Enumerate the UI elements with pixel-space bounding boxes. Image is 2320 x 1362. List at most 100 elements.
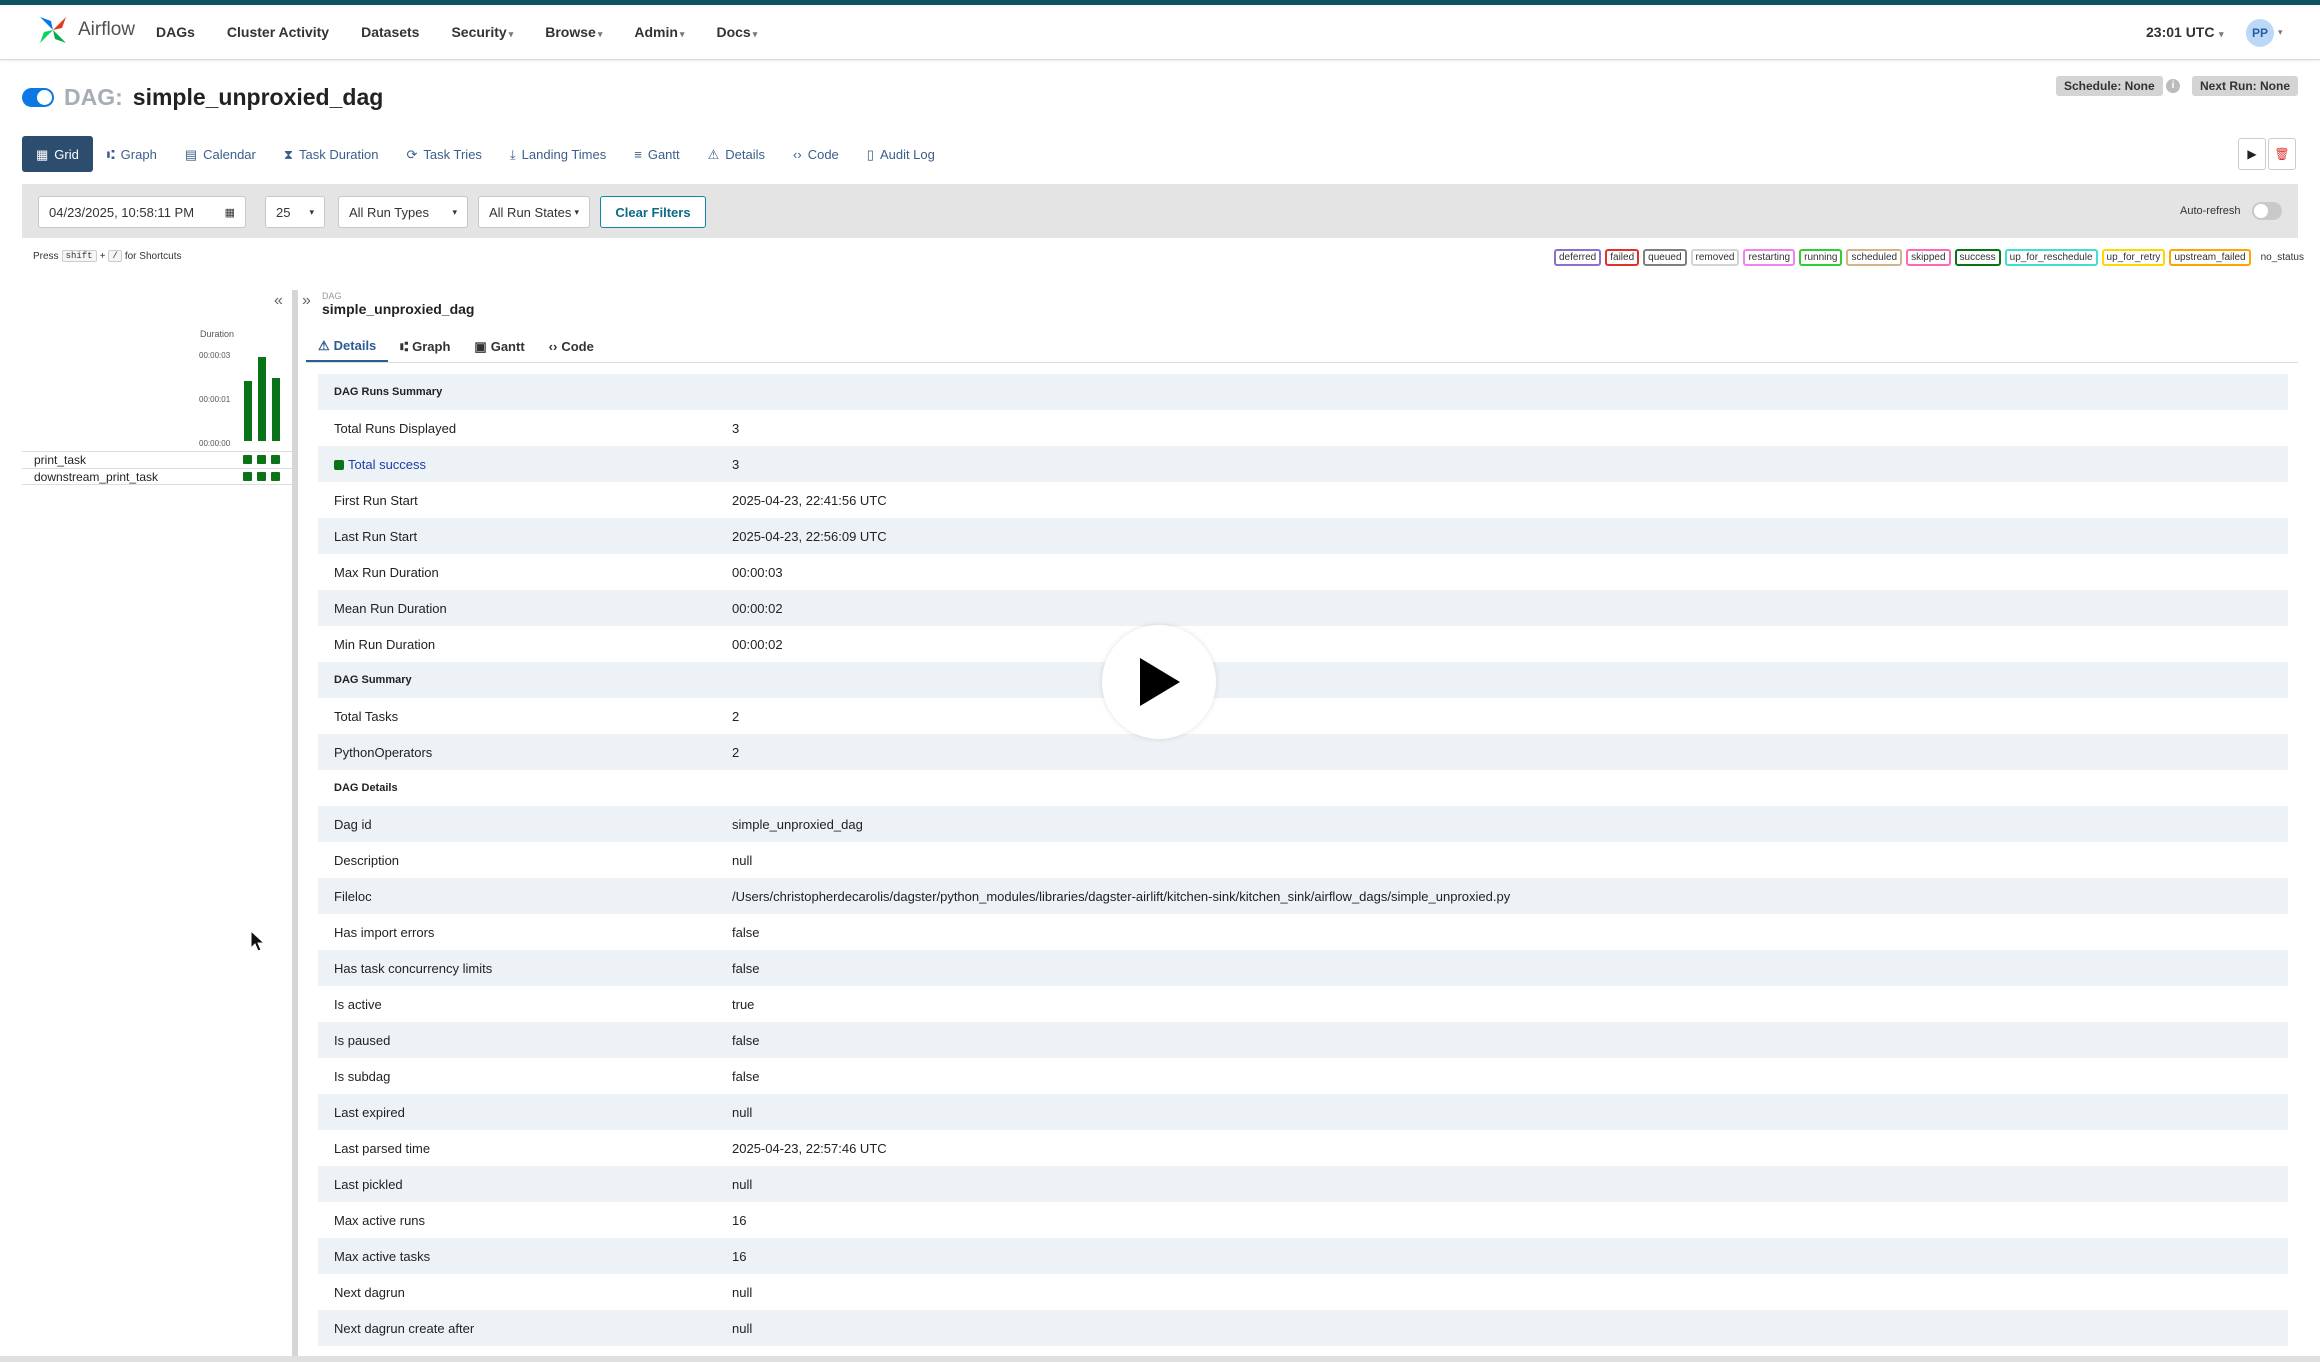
detail-value: 00:00:02 xyxy=(732,600,783,616)
tab-code[interactable]: ‹› Code xyxy=(779,136,853,172)
tab-grid[interactable]: ▦ Grid xyxy=(22,136,93,172)
retry-icon: ⟳ xyxy=(406,146,418,162)
detail-value: false xyxy=(732,1032,760,1048)
airflow-logo[interactable]: Airflow xyxy=(36,13,135,47)
video-play-button[interactable] xyxy=(1102,625,1216,739)
bottom-scroll-area xyxy=(0,1356,2320,1362)
details-icon: ⚠ xyxy=(707,146,720,162)
status-badge-removed[interactable]: removed xyxy=(1690,249,1740,266)
subtab-details[interactable]: ⚠ Details xyxy=(306,331,389,362)
collapse-grid-icon[interactable]: « xyxy=(274,292,283,310)
detail-key: Max Run Duration xyxy=(334,564,439,580)
status-badge-up-for-reschedule[interactable]: up_for_reschedule xyxy=(2004,249,2098,266)
calendar-icon: ▦ xyxy=(224,206,235,219)
tab-task-duration[interactable]: ⧗ Task Duration xyxy=(270,136,393,172)
status-badge-up-for-retry[interactable]: up_for_retry xyxy=(2101,249,2166,266)
run-state-select[interactable]: All Run States ▾ xyxy=(478,196,590,228)
tab-landing-times[interactable]: ⤓ Landing Times xyxy=(496,136,620,172)
nav-docs[interactable]: Docs ▾ xyxy=(716,24,757,40)
run-type-value: All Run Types xyxy=(349,204,429,220)
subtab-code[interactable]: ‹› Code xyxy=(537,331,606,362)
calendar-icon: ▤ xyxy=(184,146,198,162)
clear-filters-button[interactable]: Clear Filters xyxy=(600,196,706,228)
tab-gantt[interactable]: ≡ Gantt xyxy=(620,136,693,172)
status-badge-running[interactable]: running xyxy=(1799,249,1843,266)
tab-calendar[interactable]: ▤ Calendar xyxy=(171,136,270,172)
nav-browse[interactable]: Browse ▾ xyxy=(545,24,602,40)
total-success-link[interactable]: Total success xyxy=(348,457,426,472)
detail-key: Next dagrun xyxy=(334,1284,405,1300)
run-type-select[interactable]: All Run Types ▾ xyxy=(338,196,468,228)
status-badge-scheduled[interactable]: scheduled xyxy=(1846,249,1903,266)
status-badge-skipped[interactable]: skipped xyxy=(1906,249,1951,266)
utc-clock[interactable]: 23:01 UTC ▾ xyxy=(2146,24,2224,40)
tick-label: 00:00:00 xyxy=(199,439,231,448)
detail-value: false xyxy=(732,924,760,940)
detail-value: 2025-04-23, 22:57:46 UTC xyxy=(732,1140,887,1156)
airflow-pinwheel-icon xyxy=(40,17,66,43)
info-icon[interactable]: i xyxy=(2166,79,2180,93)
detail-key: Total Tasks xyxy=(334,708,399,724)
nav-security[interactable]: Security ▾ xyxy=(451,24,513,40)
nav-dags[interactable]: DAGs xyxy=(156,24,195,40)
status-badge-no-status[interactable]: no_status xyxy=(2261,252,2304,263)
chevron-down-icon: ▾ xyxy=(2278,27,2283,37)
tab-label: Calendar xyxy=(203,146,256,162)
detail-value: false xyxy=(732,1068,760,1084)
subtab-label: Details xyxy=(333,338,377,353)
status-badge-restarting[interactable]: restarting xyxy=(1743,249,1796,266)
detail-row: PythonOperators 2 xyxy=(318,734,2288,770)
tab-label: Landing Times xyxy=(521,146,607,162)
detail-value: simple_unproxied_dag xyxy=(732,816,863,832)
detail-key[interactable]: Total success xyxy=(334,457,426,472)
tab-details[interactable]: ⚠ Details xyxy=(694,136,779,172)
status-badge-success[interactable]: success xyxy=(1954,249,2001,266)
tab-task-tries[interactable]: ⟳ Task Tries xyxy=(393,136,496,172)
chevron-down-icon: ▾ xyxy=(508,29,514,39)
pane-resize-handle[interactable] xyxy=(292,290,298,1362)
task-instance-square[interactable] xyxy=(271,472,280,481)
task-instance-square[interactable] xyxy=(257,455,266,464)
code-icon: ‹› xyxy=(793,146,802,162)
task-instance-square[interactable] xyxy=(243,472,252,481)
subtab-graph[interactable]: ⑆ Graph xyxy=(388,331,462,362)
task-instance-square[interactable] xyxy=(243,455,252,464)
detail-key: Last pickled xyxy=(334,1176,403,1192)
tab-audit-log[interactable]: ▯ Audit Log xyxy=(853,136,949,172)
task-instance-square[interactable] xyxy=(257,472,266,481)
nav-datasets[interactable]: Datasets xyxy=(361,24,419,40)
trash-icon: 🗑 xyxy=(2274,147,2290,161)
dag-pause-toggle[interactable] xyxy=(22,88,54,107)
detail-key: DAG Summary xyxy=(334,674,412,686)
expand-details-icon[interactable]: » xyxy=(302,292,311,310)
trigger-dag-button[interactable]: ▶ xyxy=(2238,138,2266,170)
detail-row: Min Run Duration 00:00:02 xyxy=(318,626,2288,662)
num-runs-select[interactable]: 25 ▾ xyxy=(265,196,325,228)
run-duration-bar[interactable] xyxy=(244,381,252,441)
section-header: DAG Details xyxy=(318,770,2288,806)
status-badge-upstream-failed[interactable]: upstream_failed xyxy=(2169,249,2251,266)
graph-icon: ⑆ xyxy=(400,339,409,354)
subtab-gantt[interactable]: ▣ Gantt xyxy=(462,331,536,362)
delete-dag-button[interactable]: 🗑 xyxy=(2268,138,2296,170)
detail-value: 00:00:02 xyxy=(732,636,783,652)
auto-refresh-toggle[interactable] xyxy=(2252,202,2282,220)
play-icon xyxy=(1140,658,1180,706)
status-badge-failed[interactable]: failed xyxy=(1605,249,1640,266)
status-badge-deferred[interactable]: deferred xyxy=(1554,249,1602,266)
detail-key: Fileloc xyxy=(334,888,372,904)
status-badge-queued[interactable]: queued xyxy=(1643,249,1687,266)
base-date-input[interactable]: 04/23/2025, 10:58:11 PM ▦ xyxy=(38,196,246,228)
detail-row: Dag id simple_unproxied_dag xyxy=(318,806,2288,842)
detail-row: Is subdag false xyxy=(318,1058,2288,1094)
nav-cluster-activity[interactable]: Cluster Activity xyxy=(227,24,329,40)
detail-row: Description null xyxy=(318,842,2288,878)
tab-graph[interactable]: ⑆ Graph xyxy=(93,136,171,172)
nav-admin[interactable]: Admin ▾ xyxy=(634,24,684,40)
user-avatar[interactable]: PP xyxy=(2246,19,2274,47)
run-duration-bar[interactable] xyxy=(258,357,266,441)
task-instance-square[interactable] xyxy=(271,455,280,464)
subtab-label: Gantt xyxy=(490,339,525,354)
run-duration-bar[interactable] xyxy=(272,378,280,441)
tick-label: 00:00:01 xyxy=(199,395,231,404)
